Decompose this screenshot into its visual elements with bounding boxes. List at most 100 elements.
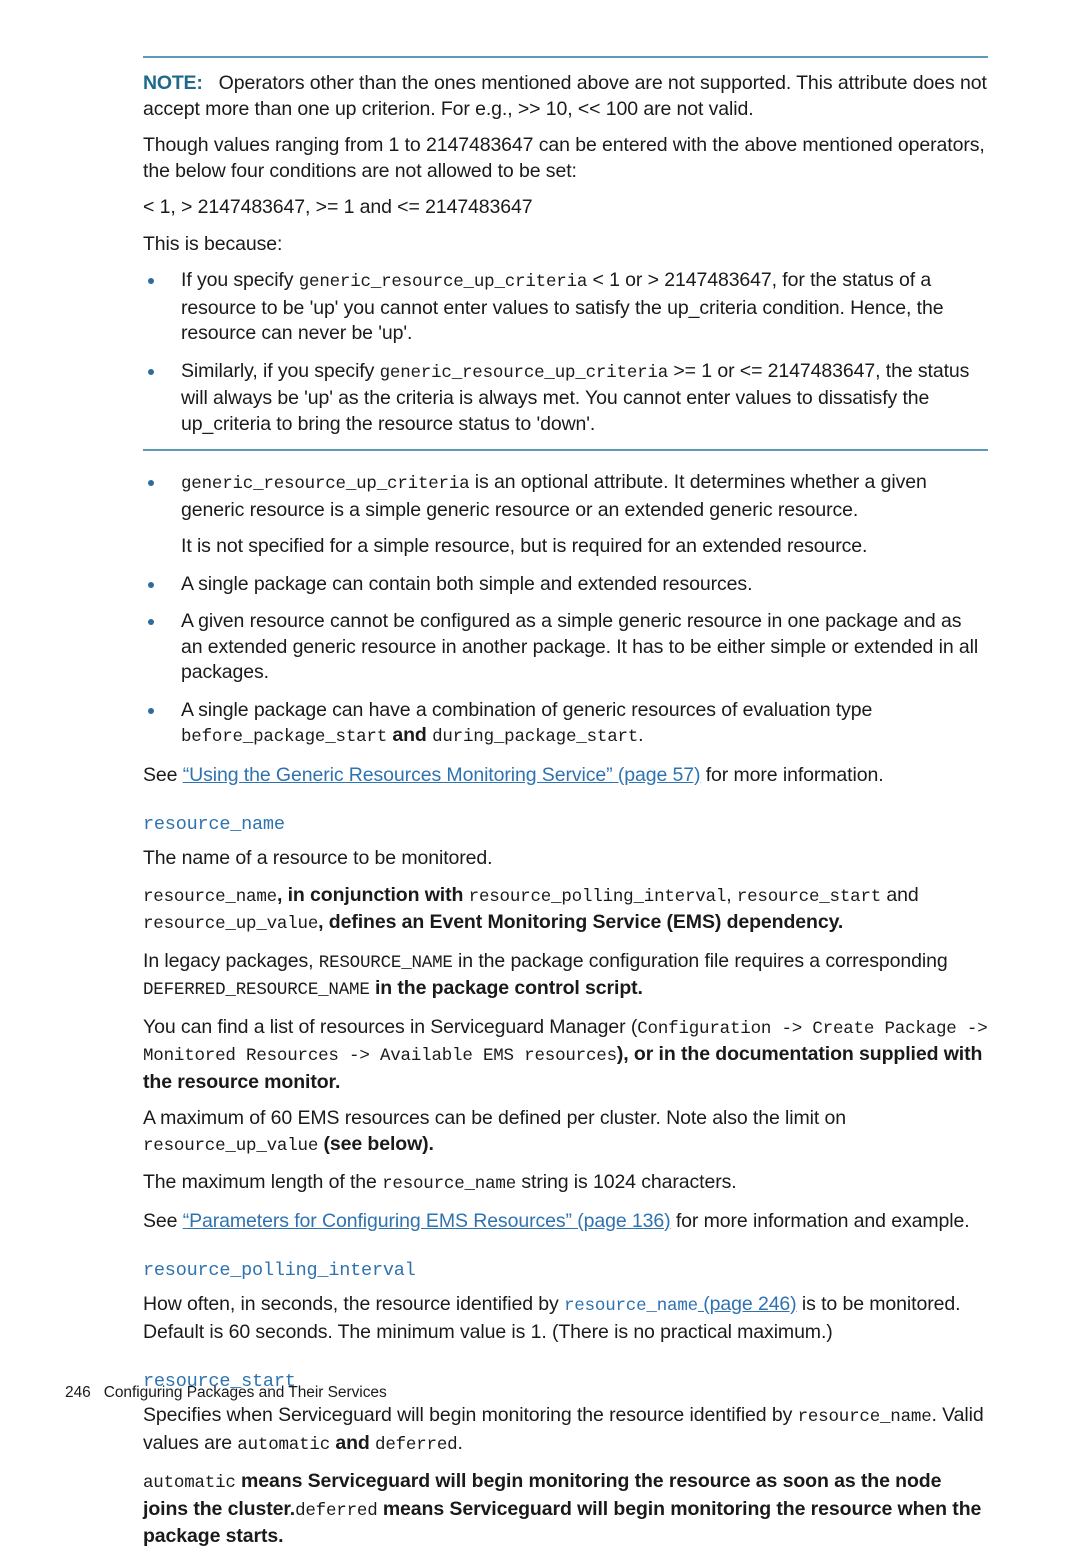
code-span: during_package_start bbox=[432, 727, 639, 747]
code-span: resource_polling_interval bbox=[468, 886, 727, 907]
cross-reference-link[interactable]: “Parameters for Configuring EMS Resource… bbox=[183, 1210, 671, 1232]
text-span: . bbox=[638, 724, 644, 746]
list-item-text: A given resource cannot be configured as… bbox=[181, 610, 978, 683]
code-span: resource_up_value bbox=[143, 1135, 319, 1156]
text-span: The maximum length of the bbox=[143, 1171, 383, 1193]
see-suffix: for more information. bbox=[700, 763, 884, 786]
list-item-text: generic_resource_up_criteria is an optio… bbox=[181, 471, 927, 521]
text-span: A single package can contain both simple… bbox=[181, 572, 753, 595]
note-first-paragraph-text: Operators other than the ones mentioned … bbox=[143, 72, 987, 120]
text-span: in the package configuration file requir… bbox=[452, 949, 948, 972]
code-span: before_package_start bbox=[181, 727, 388, 747]
paragraph: The name of a resource to be monitored. bbox=[143, 846, 988, 872]
list-item-text: If you specify generic_resource_up_crite… bbox=[181, 269, 944, 344]
bullet-dot-icon bbox=[148, 368, 154, 375]
text-span: string is 1024 characters. bbox=[516, 1171, 737, 1193]
code-span: automatic bbox=[143, 1473, 236, 1493]
paragraph: automatic means Serviceguard will begin … bbox=[143, 1469, 988, 1550]
note-conditions-line: < 1, > 2147483647, >= 1 and <= 214748364… bbox=[143, 195, 988, 221]
bullet-dot-icon bbox=[148, 707, 154, 714]
text-span: Though values ranging from 1 to 21474836… bbox=[143, 134, 985, 182]
section-resource-name-body: The name of a resource to be monitored. … bbox=[143, 846, 988, 1234]
page-number: 246 bbox=[65, 1384, 91, 1401]
note-paragraph: Though values ranging from 1 to 21474836… bbox=[143, 133, 988, 184]
text-span: This is because: bbox=[143, 232, 283, 255]
bold-span: and bbox=[387, 724, 433, 746]
list-item: If you specify generic_resource_up_crite… bbox=[143, 268, 988, 347]
list-item-text: A single package can have a combination … bbox=[181, 698, 873, 748]
bold-span: (see below). bbox=[318, 1132, 434, 1155]
code-span: resource_name bbox=[143, 886, 277, 907]
page-footer: 246 Configuring Packages and Their Servic… bbox=[65, 1384, 387, 1402]
list-item: generic_resource_up_criteria is an optio… bbox=[143, 470, 988, 560]
bold-span: and bbox=[330, 1431, 376, 1454]
code-span: deferred bbox=[295, 1500, 378, 1521]
text-span: . bbox=[457, 1431, 463, 1454]
list-item: Similarly, if you specify generic_resour… bbox=[143, 359, 988, 438]
text-span: The name of a resource to be monitored. bbox=[143, 847, 493, 869]
document-page: NOTE: Operators other than the ones menti… bbox=[0, 0, 1080, 1547]
code-span: generic_resource_up_criteria bbox=[181, 474, 470, 494]
text-span: In legacy packages, bbox=[143, 949, 319, 972]
heading-resource-polling-interval: resource_polling_interval bbox=[143, 1260, 416, 1281]
paragraph: The maximum length of the resource_name … bbox=[143, 1170, 988, 1198]
note-admonition: NOTE: Operators other than the ones menti… bbox=[143, 56, 988, 451]
bullet-dot-icon bbox=[148, 278, 154, 284]
list-item: A given resource cannot be configured as… bbox=[143, 609, 988, 686]
text-span: , bbox=[726, 883, 737, 906]
link-using-generic-resources-monitoring-service[interactable]: “Using the Generic Resources Monitoring … bbox=[183, 764, 701, 786]
paragraph: Specifies when Serviceguard will begin m… bbox=[143, 1403, 988, 1458]
paragraph: How often, in seconds, the resource iden… bbox=[143, 1292, 988, 1345]
text-span: How often, in seconds, the resource iden… bbox=[143, 1293, 564, 1315]
bullet-dot-icon bbox=[148, 581, 154, 588]
bullet-dot-icon bbox=[148, 480, 154, 486]
see-also-ems-parameters: See “Parameters for Configuring EMS Reso… bbox=[143, 1209, 988, 1235]
paragraph: In legacy packages, RESOURCE_NAME in the… bbox=[143, 949, 988, 1004]
note-first-paragraph: NOTE: Operators other than the ones menti… bbox=[143, 71, 988, 122]
text-span: Specifies when Serviceguard will begin m… bbox=[143, 1404, 798, 1426]
section-resource-start-body: Specifies when Serviceguard will begin m… bbox=[143, 1403, 988, 1550]
heading-resource-name: resource_name bbox=[143, 814, 285, 835]
note-label: NOTE: bbox=[143, 72, 203, 94]
text-span: < 1, > 2147483647, >= 1 and <= 214748364… bbox=[143, 196, 533, 218]
code-span: resource_start bbox=[736, 886, 882, 907]
text-span: A single package can have a combination … bbox=[181, 698, 873, 721]
bullet-dot-icon bbox=[148, 619, 154, 625]
text-span: Operators other than the ones mentioned … bbox=[143, 72, 987, 120]
code-span: generic_resource_up_criteria bbox=[379, 362, 669, 383]
note-because-line: This is because: bbox=[143, 232, 988, 258]
code-span: resource_name bbox=[797, 1407, 932, 1427]
footer-chapter-title: Configuring Packages and Their Services bbox=[103, 1384, 387, 1401]
code-span: RESOURCE_NAME bbox=[318, 952, 453, 973]
text-span: It is not specified for a simple resourc… bbox=[181, 535, 868, 557]
text-span: A given resource cannot be configured as… bbox=[181, 610, 979, 683]
text-span: Similarly, if you specify bbox=[181, 359, 380, 382]
cross-reference-link[interactable]: resource_name bbox=[564, 1296, 698, 1316]
text-span: A maximum of 60 EMS resources can be def… bbox=[143, 1107, 847, 1129]
paragraph: You can find a list of resources in Serv… bbox=[143, 1015, 988, 1096]
list-item-subtext: It is not specified for a simple resourc… bbox=[181, 534, 988, 560]
code-span: generic_resource_up_criteria bbox=[298, 272, 588, 292]
list-item: A single package can have a combination … bbox=[143, 698, 988, 751]
paragraph: A maximum of 60 EMS resources can be def… bbox=[143, 1106, 988, 1159]
text-span: and bbox=[881, 883, 919, 906]
paragraph: resource_name, in conjunction with resou… bbox=[143, 883, 988, 938]
see-prefix: See bbox=[143, 763, 183, 786]
text-span: for more information and example. bbox=[670, 1209, 970, 1232]
bold-span: , in conjunction with bbox=[276, 883, 469, 906]
section-resource-polling-interval-body: How often, in seconds, the resource iden… bbox=[143, 1292, 988, 1345]
text-span: See bbox=[143, 1209, 183, 1232]
main-bullet-list: generic_resource_up_criteria is an optio… bbox=[143, 470, 988, 751]
list-item-text: A single package can contain both simple… bbox=[181, 572, 753, 595]
list-item: A single package can contain both simple… bbox=[143, 572, 988, 598]
see-also-generic-resources: See “Using the Generic Resources Monitor… bbox=[143, 763, 988, 789]
code-span: resource_up_value bbox=[143, 914, 319, 934]
text-span: If you specify bbox=[181, 269, 299, 291]
code-span: DEFERRED_RESOURCE_NAME bbox=[143, 980, 370, 1000]
note-bullet-list: If you specify generic_resource_up_crite… bbox=[143, 268, 988, 437]
bold-span: , defines an Event Monitoring Service (E… bbox=[318, 911, 844, 933]
page-content: NOTE: Operators other than the ones menti… bbox=[143, 56, 988, 1561]
bold-span: in the package control script. bbox=[369, 977, 643, 999]
cross-reference-link[interactable]: (page 246) bbox=[698, 1293, 796, 1315]
code-span: resource_name bbox=[382, 1174, 517, 1194]
